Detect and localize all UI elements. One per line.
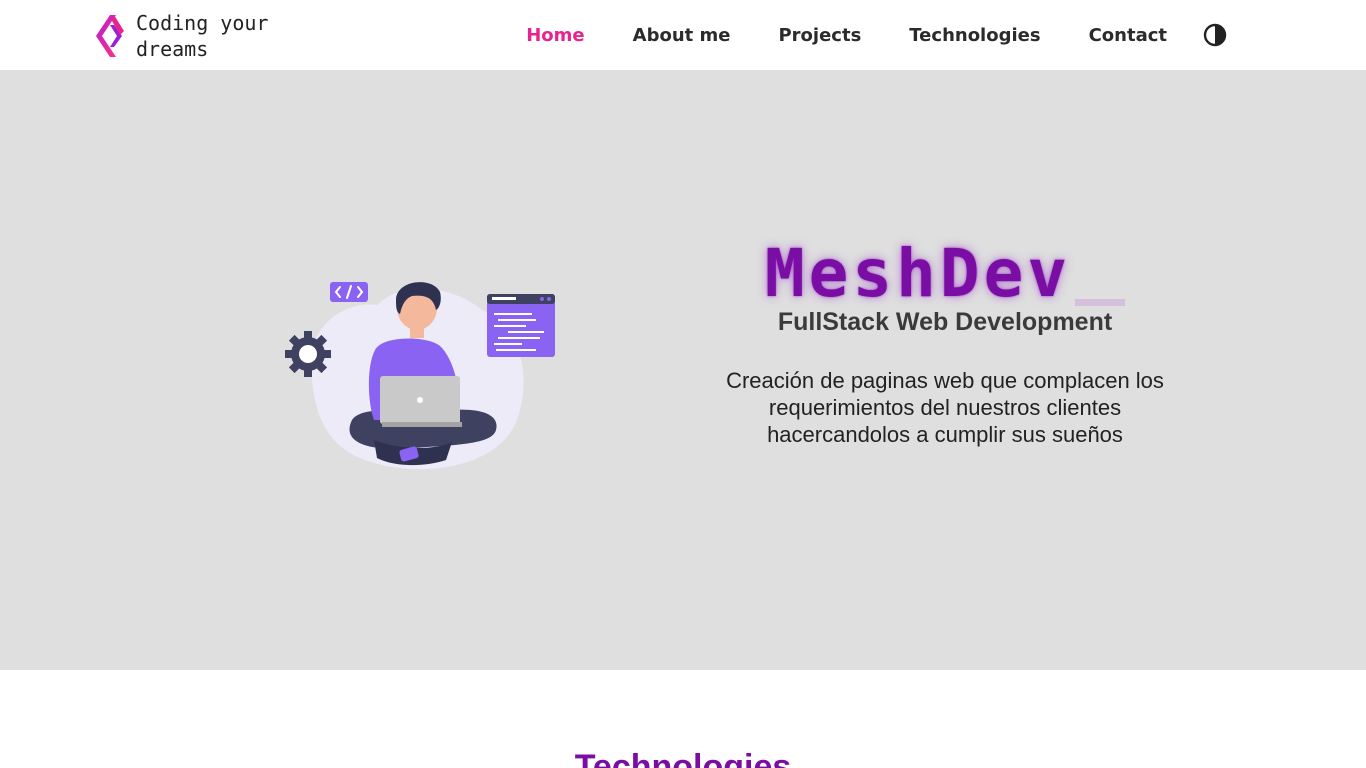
- hero-text-block: MeshDev FullStack Web Development Creaci…: [700, 240, 1190, 448]
- code-window-icon: [487, 294, 555, 357]
- hexagon-arrow-logo-icon: [96, 15, 124, 57]
- hero-title-row: MeshDev: [700, 240, 1190, 308]
- nav-about-me[interactable]: About me: [633, 25, 731, 46]
- nav-contact[interactable]: Contact: [1089, 25, 1167, 46]
- brand-text: Coding your dreams: [136, 11, 269, 61]
- typing-cursor: [1075, 299, 1126, 306]
- code-tag-icon: [330, 282, 368, 302]
- main-nav: Home About me Projects Technologies Cont…: [478, 0, 1227, 70]
- technologies-section: Technologies: [0, 670, 1366, 768]
- hero-section: MeshDev FullStack Web Development Creaci…: [0, 70, 1366, 670]
- developer-with-laptop-illustration: [285, 282, 555, 470]
- nav-home[interactable]: Home: [526, 25, 584, 46]
- hero-title: MeshDev: [764, 235, 1072, 312]
- technologies-title: Technologies: [574, 748, 792, 768]
- gear-icon: [285, 331, 331, 377]
- hero-description: Creación de paginas web que complacen lo…: [726, 368, 1164, 447]
- hero-subtitle: FullStack Web Development: [777, 308, 1113, 336]
- nav-technologies[interactable]: Technologies: [909, 25, 1040, 46]
- contrast-icon[interactable]: [1203, 23, 1227, 47]
- site-header: Coding your dreams Home About me Project…: [0, 0, 1366, 70]
- nav-projects[interactable]: Projects: [778, 25, 861, 46]
- brand-link[interactable]: Coding your dreams: [92, 10, 286, 62]
